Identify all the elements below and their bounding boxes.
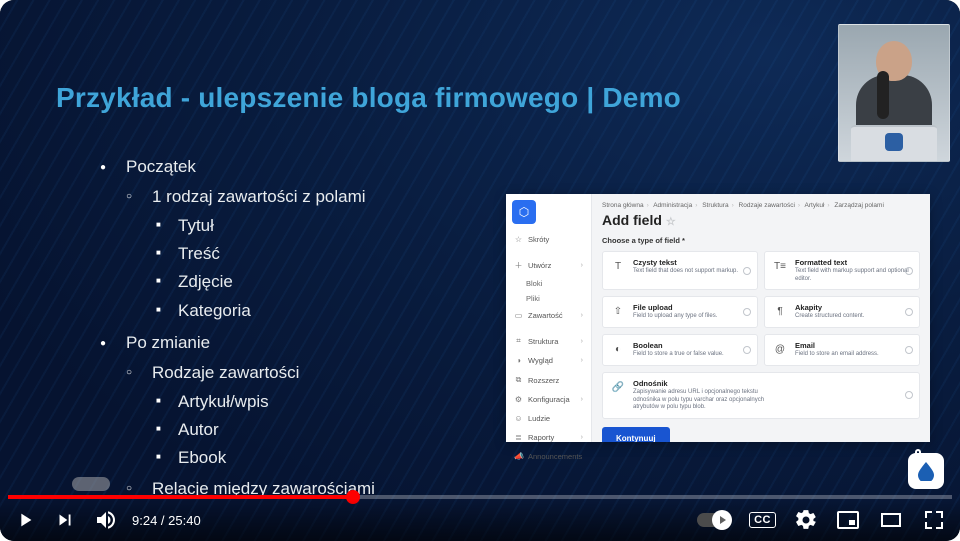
slide-bullets: Początek 1 rodzaj zawartości z polami Ty… [100, 148, 375, 502]
plus-icon: ＋ [514, 260, 523, 271]
radio-icon [905, 346, 913, 354]
breadcrumb: Strona główna› Administracja› Struktura›… [602, 202, 920, 209]
at-icon: @ [773, 342, 787, 356]
laptop-logo-icon [885, 133, 903, 151]
bullet-l3: Treść [100, 241, 375, 267]
next-button[interactable] [54, 508, 76, 532]
bullet-l3: Ebook [100, 445, 375, 471]
reports-icon: ≣ [514, 433, 523, 442]
cms-sidebar: ⬡ ☆Skróty ＋Utwórz› Bloki Pliki ▭Zawartoś… [506, 194, 592, 442]
radio-icon [905, 308, 913, 316]
extend-icon: ⧉ [514, 375, 523, 385]
chevron-right-icon: › [581, 262, 583, 269]
field-type-grid: TCzysty tekstText field that does not su… [602, 251, 920, 419]
settings-button[interactable] [794, 508, 818, 532]
nav-extend: ⧉Rozszerz [506, 370, 591, 390]
radio-icon [905, 267, 913, 275]
cms-main: Strona główna› Administracja› Struktura›… [592, 194, 930, 442]
volume-button[interactable] [94, 508, 118, 532]
bullet-l1: Początek [100, 154, 375, 180]
time-duration: 25:40 [168, 513, 201, 528]
radio-icon [743, 346, 751, 354]
nav-reports: ≣Raporty› [506, 428, 591, 447]
radio-icon [743, 308, 751, 316]
captions-button[interactable]: CC [749, 512, 776, 528]
miniplayer-button[interactable] [836, 508, 860, 532]
field-card-formatted: T≡Formatted textText field with markup s… [764, 251, 920, 290]
channel-brand-icon[interactable] [908, 453, 944, 489]
microphone-icon [877, 71, 889, 119]
nav-config: ⚙Konfiguracja› [506, 390, 591, 409]
continue-button: Kontynuuj [602, 427, 670, 443]
cms-section-label: Choose a type of field * [602, 236, 920, 245]
play-button[interactable] [14, 508, 36, 532]
bullet-l3: Artykuł/wpis [100, 389, 375, 415]
nav-blocks: Bloki [506, 276, 591, 291]
fullscreen-button[interactable] [922, 508, 946, 532]
nav-structure: ⌗Struktura› [506, 331, 591, 351]
bullet-l3: Kategoria [100, 298, 375, 324]
bullet-l3: Autor [100, 417, 375, 443]
nav-announcements: 📣Announcements [506, 447, 591, 466]
nav-shortcuts: ☆Skróty [506, 230, 591, 249]
nav-people: ☺Ludzie [506, 409, 591, 428]
text-icon: T [611, 259, 625, 273]
structure-icon: ⌗ [514, 336, 523, 346]
presenter-webcam [838, 24, 950, 162]
formatted-text-icon: T≡ [773, 259, 787, 273]
chevron-right-icon: › [581, 357, 583, 364]
radio-icon [743, 267, 751, 275]
control-bar: 9:24 / 25:40 CC [0, 499, 960, 541]
bullet-l1: Po zmianie [100, 330, 375, 356]
upload-icon: ⇧ [611, 304, 625, 318]
nav-content: ▭Zawartość› [506, 306, 591, 325]
field-card-fileupload: ⇧File uploadField to upload any type of … [602, 296, 758, 328]
radio-icon [905, 391, 913, 399]
people-icon: ☺ [514, 414, 523, 423]
paragraph-icon: ¶ [773, 304, 787, 318]
megaphone-icon: 📣 [514, 452, 523, 461]
toggle-icon: ◐ [611, 342, 625, 356]
bullet-l2: 1 rodzaj zawartości z polami [100, 184, 375, 210]
content-icon: ▭ [514, 311, 523, 320]
chevron-right-icon: › [581, 434, 583, 441]
nav-appearance: ◑Wygląd› [506, 351, 591, 370]
appearance-icon: ◑ [514, 356, 523, 365]
chevron-right-icon: › [581, 338, 583, 345]
theater-button[interactable] [878, 508, 904, 532]
cms-logo-icon: ⬡ [512, 200, 536, 224]
laptop [851, 125, 937, 161]
cms-screenshot: ⬡ ☆Skróty ＋Utwórz› Bloki Pliki ▭Zawartoś… [506, 194, 930, 442]
link-icon: 🔗 [611, 380, 625, 394]
field-card-plaintext: TCzysty tekstText field that does not su… [602, 251, 758, 290]
bullet-l2: Rodzaje zawartości [100, 360, 375, 386]
slide-title: Przykład - ulepszenie bloga firmowego | … [56, 82, 681, 114]
bullet-l3: Tytuł [100, 213, 375, 239]
star-icon: ☆ [514, 235, 523, 244]
field-card-email: @EmailField to store an email address. [764, 334, 920, 366]
video-player: Przykład - ulepszenie bloga firmowego | … [0, 0, 960, 541]
time-current: 9:24 [132, 513, 157, 528]
chevron-right-icon: › [581, 312, 583, 319]
bullet-l3: Zdjęcie [100, 269, 375, 295]
star-icon: ☆ [666, 216, 676, 228]
autoplay-toggle[interactable] [697, 513, 731, 527]
field-card-boolean: ◐BooleanField to store a true or false v… [602, 334, 758, 366]
nav-create: ＋Utwórz› [506, 255, 591, 276]
gear-icon: ⚙ [514, 395, 523, 404]
time-display: 9:24 / 25:40 [132, 513, 201, 528]
slide: Przykład - ulepszenie bloga firmowego | … [0, 0, 960, 541]
field-card-paragraphs: ¶AkapityCreate structured content. [764, 296, 920, 328]
chapter-pill[interactable] [72, 477, 110, 491]
field-card-link: 🔗OdnośnikZapisywanie adresu URL i opcjon… [602, 372, 920, 419]
cms-heading: Add field☆ [602, 212, 920, 228]
nav-files: Pliki [506, 291, 591, 306]
chevron-right-icon: › [581, 396, 583, 403]
